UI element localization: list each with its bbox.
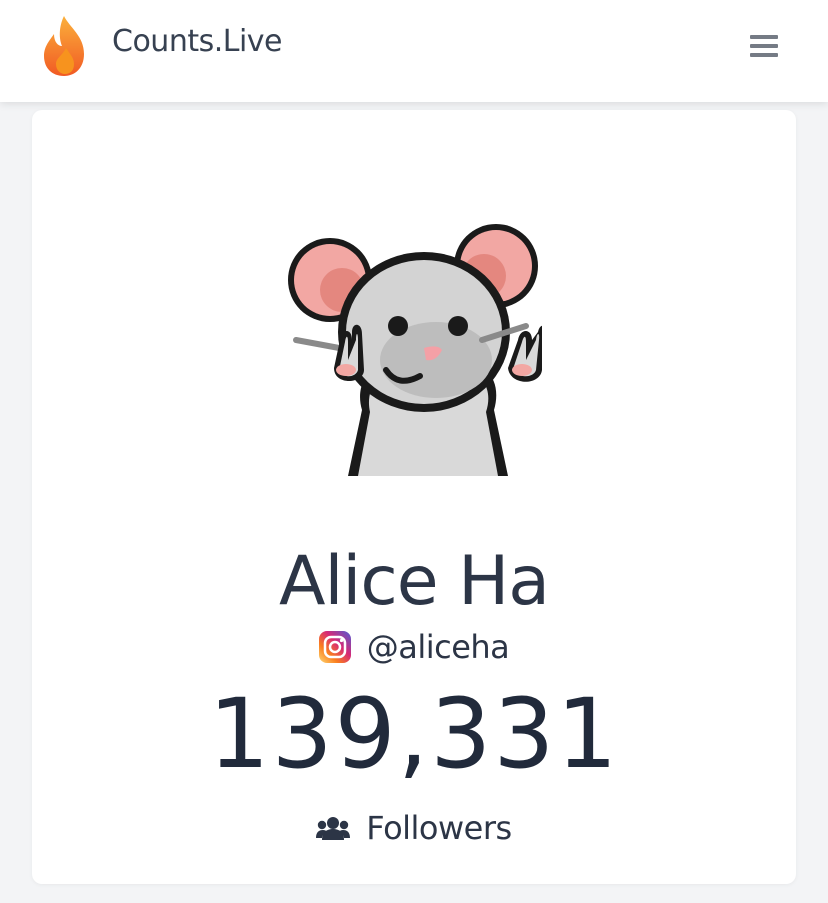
profile-card: Alice Ha @aliceha 139,331 Followers <box>32 110 796 884</box>
profile-avatar <box>286 220 542 476</box>
brand-logo[interactable] <box>40 14 88 78</box>
top-navigation-bar: Counts.Live <box>0 0 828 102</box>
instagram-icon <box>318 631 351 663</box>
follower-label: Followers <box>366 809 512 847</box>
flame-icon <box>44 16 84 76</box>
mouse-avatar-image <box>286 220 542 476</box>
profile-handle-row[interactable]: @aliceha <box>32 626 796 668</box>
hamburger-menu-icon[interactable] <box>744 30 784 62</box>
profile-name: Alice Ha <box>279 542 550 621</box>
follower-count: 139,331 <box>208 678 620 790</box>
brand-name[interactable]: Counts.Live <box>112 24 283 59</box>
follower-label-row: Followers <box>32 806 796 850</box>
profile-handle[interactable]: @aliceha <box>367 628 510 666</box>
users-icon <box>316 817 351 840</box>
